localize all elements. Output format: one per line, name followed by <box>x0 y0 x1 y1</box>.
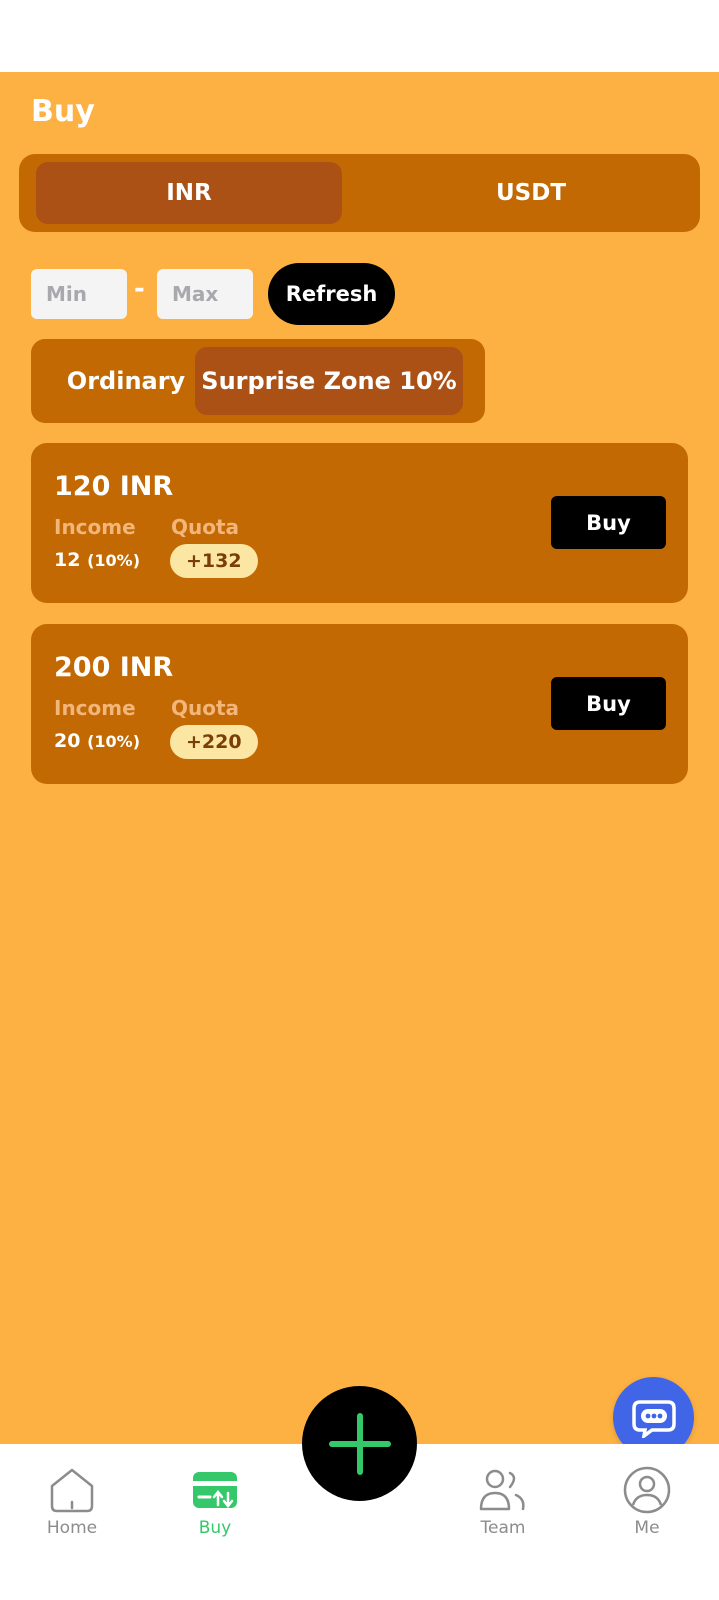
profile-icon <box>623 1466 671 1514</box>
quota-label: Quota <box>171 515 240 539</box>
team-icon <box>479 1469 525 1511</box>
max-input[interactable] <box>157 269 253 319</box>
nav-home[interactable]: Home <box>22 1464 122 1544</box>
status-bar <box>0 0 719 72</box>
nav-home-label: Home <box>46 1518 98 1538</box>
buy-icon <box>193 1472 237 1509</box>
tab-inr[interactable]: INR <box>36 162 342 224</box>
nav-team[interactable]: Team <box>453 1464 553 1544</box>
offer-amount: 200 INR <box>54 652 174 683</box>
plus-icon <box>328 1412 391 1475</box>
income-percent: (10%) <box>87 732 140 751</box>
chat-icon <box>631 1399 676 1438</box>
tab-usdt[interactable]: USDT <box>378 162 684 224</box>
currency-tabs: INR USDT <box>19 154 700 232</box>
income-label: Income <box>54 515 136 539</box>
nav-buy-label: Buy <box>198 1518 232 1538</box>
quota-badge: +220 <box>170 725 258 759</box>
income-amount: 20 <box>54 730 81 752</box>
page-title: Buy <box>31 94 95 129</box>
quota-label: Quota <box>171 696 240 720</box>
income-value: 12 (10%) <box>54 549 140 571</box>
tab-ordinary[interactable]: Ordinary <box>51 347 201 415</box>
min-input[interactable] <box>31 269 127 319</box>
nav-buy[interactable]: Buy <box>165 1464 265 1544</box>
income-percent: (10%) <box>87 551 140 570</box>
buy-button[interactable]: Buy <box>551 496 666 549</box>
main-content: Buy INR USDT - Refresh Ordinary Surprise… <box>0 72 719 1444</box>
add-button[interactable] <box>302 1386 417 1501</box>
income-amount: 12 <box>54 549 81 571</box>
offer-card: 120 INR Income Quota 12 (10%) +132 Buy <box>31 443 688 603</box>
offer-amount: 120 INR <box>54 471 174 502</box>
quota-badge: +132 <box>170 544 258 578</box>
income-label: Income <box>54 696 136 720</box>
nav-me[interactable]: Me <box>597 1464 697 1544</box>
offer-card: 200 INR Income Quota 20 (10%) +220 Buy <box>31 624 688 784</box>
home-icon <box>50 1468 94 1513</box>
buy-button[interactable]: Buy <box>551 677 666 730</box>
refresh-button[interactable]: Refresh <box>268 263 395 325</box>
nav-team-label: Team <box>480 1518 526 1538</box>
zone-tabs: Ordinary Surprise Zone 10% <box>31 339 485 423</box>
range-separator: - <box>134 274 145 304</box>
tab-surprise-zone[interactable]: Surprise Zone 10% <box>195 347 463 415</box>
income-value: 20 (10%) <box>54 730 140 752</box>
nav-me-label: Me <box>634 1518 660 1538</box>
